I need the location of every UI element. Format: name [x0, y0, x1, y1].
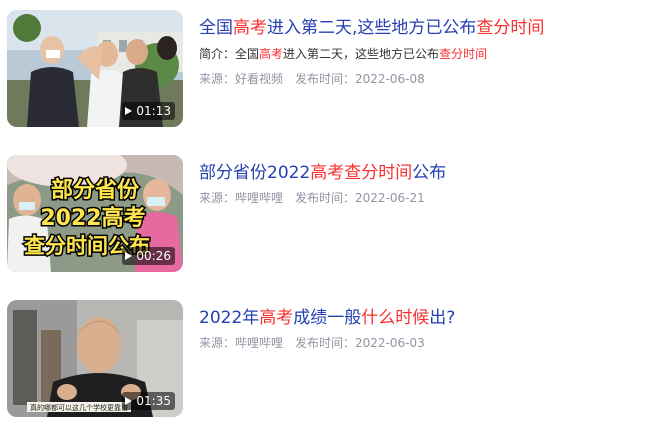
- video-source: 来源：哔哩哔哩: [199, 191, 284, 205]
- video-result-3[interactable]: 真的哪都可以这几个学校更靠谱 01:35 2022年高考成绩一般什么时候出? 来…: [7, 300, 637, 418]
- play-icon: [125, 252, 133, 260]
- video-meta: 来源：哔哩哔哩 发布时间：2022-06-21: [199, 189, 425, 207]
- video-thumbnail[interactable]: 01:13: [7, 10, 183, 127]
- video-source: 来源：好看视频: [199, 72, 284, 86]
- video-title-link[interactable]: 部分省份2022高考查分时间公布: [199, 161, 446, 185]
- video-title-link[interactable]: 全国高考进入第二天,这些地方已公布查分时间: [199, 16, 544, 40]
- video-meta: 来源：好看视频 发布时间：2022-06-08: [199, 70, 425, 88]
- thumb-caption: 真的哪都可以这几个学校更靠谱: [30, 403, 128, 412]
- video-date: 发布时间：2022-06-08: [295, 72, 425, 86]
- thumb-caption-line-1: 部分省份: [51, 177, 140, 203]
- video-summary: 简介：全国高考进入第二天，这些地方已公布查分时间: [199, 47, 488, 61]
- video-date: 发布时间：2022-06-21: [295, 191, 425, 205]
- play-icon: [125, 397, 133, 405]
- video-meta: 来源：哔哩哔哩 发布时间：2022-06-03: [199, 334, 425, 352]
- thumb-caption-line-2: 2022高考: [40, 205, 145, 231]
- video-thumbnail[interactable]: 部分省份 2022高考 查分时间公布 00:26: [7, 155, 183, 272]
- video-date: 发布时间：2022-06-03: [295, 336, 425, 350]
- video-source: 来源：哔哩哔哩: [199, 336, 284, 350]
- video-result-1[interactable]: 01:13 全国高考进入第二天,这些地方已公布查分时间 简介：全国高考进入第二天…: [7, 10, 637, 128]
- video-duration: 01:35: [122, 392, 175, 410]
- video-duration: 00:26: [122, 247, 175, 265]
- play-icon: [125, 107, 133, 115]
- video-duration: 01:13: [122, 102, 175, 120]
- video-result-2[interactable]: 部分省份 2022高考 查分时间公布 00:26 部分省份2022高考查分时间公…: [7, 155, 637, 273]
- video-title-link[interactable]: 2022年高考成绩一般什么时候出?: [199, 306, 455, 330]
- video-thumbnail[interactable]: 真的哪都可以这几个学校更靠谱 01:35: [7, 300, 183, 417]
